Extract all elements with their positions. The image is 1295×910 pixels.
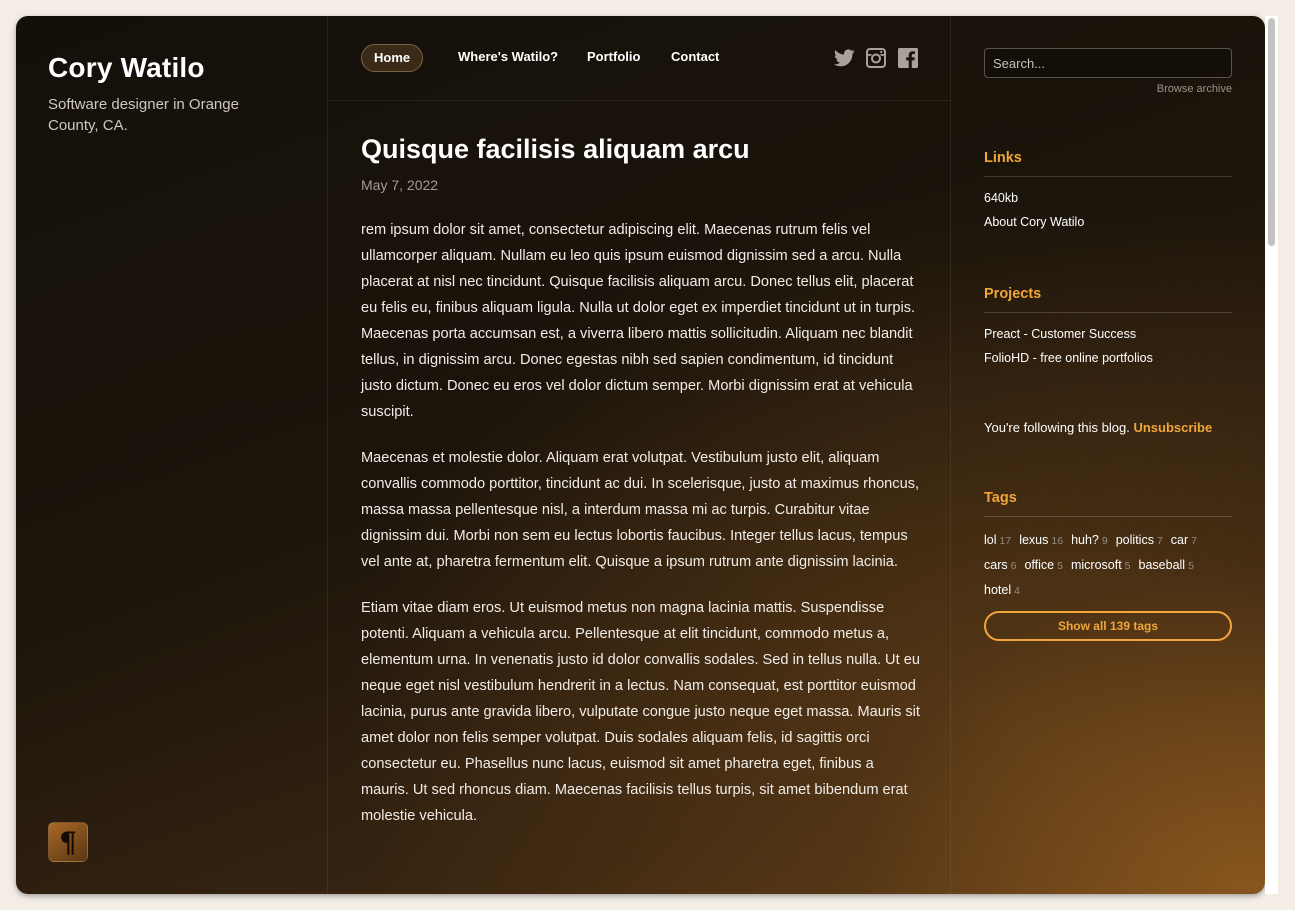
scrollbar-thumb[interactable] xyxy=(1268,18,1275,246)
instagram-icon[interactable] xyxy=(865,47,887,69)
tag-item[interactable]: office 5 xyxy=(1024,557,1063,574)
page-scrollbar[interactable] xyxy=(1265,16,1278,894)
tag-count: 4 xyxy=(1014,585,1020,597)
projects-heading: Projects xyxy=(984,286,1232,313)
tag-name: lol xyxy=(984,533,997,547)
top-navigation: Home Where's Watilo? Portfolio Contact xyxy=(328,16,951,101)
tag-item[interactable]: lexus 16 xyxy=(1019,532,1063,549)
tags-heading: Tags xyxy=(984,490,1232,517)
facebook-icon-glyph xyxy=(898,48,918,68)
post-paragraph: Etiam vitae diam eros. Ut euismod metus … xyxy=(361,600,920,824)
nav-contact[interactable]: Contact xyxy=(659,44,731,72)
post-title[interactable]: Quisque facilisis aliquam arcu xyxy=(361,134,750,165)
tag-count: 7 xyxy=(1156,535,1163,547)
links-heading: Links xyxy=(984,150,1232,177)
tag-item[interactable]: lol 17 xyxy=(984,532,1011,549)
unsubscribe-link[interactable]: Unsubscribe xyxy=(1133,420,1212,435)
pilcrow-logo-icon[interactable]: ¶ xyxy=(48,822,88,862)
instagram-icon-glyph xyxy=(866,48,886,68)
blog-window: Cory Watilo Software designer in Orange … xyxy=(16,16,1265,894)
tag-name: lexus xyxy=(1019,533,1049,547)
post-paragraph: Maecenas et molestie dolor. Aliquam erat… xyxy=(361,450,920,570)
tag-name: huh? xyxy=(1071,533,1099,547)
sidebar-link-about[interactable]: About Cory Watilo xyxy=(984,215,1084,229)
tag-item[interactable]: cars 6 xyxy=(984,557,1016,574)
tag-name: car xyxy=(1170,533,1189,547)
tag-name: politics xyxy=(1115,533,1154,547)
main-column: Home Where's Watilo? Portfolio Contact Q… xyxy=(328,16,951,894)
tag-item[interactable]: politics 7 xyxy=(1116,532,1163,549)
tag-name: hotel xyxy=(984,583,1012,597)
project-link-foliohd[interactable]: FolioHD - free online portfolios xyxy=(984,351,1153,365)
nav-portfolio[interactable]: Portfolio xyxy=(575,44,652,72)
tag-count: 5 xyxy=(1124,560,1131,572)
tag-name: office xyxy=(1024,558,1055,572)
tag-cloud: lol 17 lexus 16 huh? 9 politics 7 car 7 cars 6… xyxy=(984,532,1236,599)
tag-count: 16 xyxy=(1051,535,1064,547)
tag-count: 9 xyxy=(1101,535,1108,547)
follow-status: You're following this blog. Unsubscribe xyxy=(984,420,1212,435)
sidebar-link-640kb[interactable]: 640kb xyxy=(984,191,1018,205)
site-tagline: Software designer in Orange County, CA. xyxy=(48,96,239,134)
show-all-tags-button[interactable]: Show all 139 tags xyxy=(984,611,1232,641)
site-title[interactable]: Cory Watilo xyxy=(48,52,205,84)
tag-count: 7 xyxy=(1191,535,1198,547)
tag-name: microsoft xyxy=(1070,558,1122,572)
tag-count: 17 xyxy=(999,535,1012,547)
tag-item[interactable]: microsoft 5 xyxy=(1071,557,1131,574)
post-body: rem ipsum dolor sit amet, consectetur ad… xyxy=(361,217,923,849)
tag-count: 6 xyxy=(1010,560,1017,572)
tag-item[interactable]: car 7 xyxy=(1171,532,1197,549)
tag-item[interactable]: hotel 4 xyxy=(984,582,1020,599)
twitter-icon-glyph xyxy=(833,49,855,67)
nav-wheres-watilo[interactable]: Where's Watilo? xyxy=(446,44,570,72)
browse-archive-link[interactable]: Browse archive xyxy=(1157,83,1232,95)
project-link-preact[interactable]: Preact - Customer Success xyxy=(984,327,1136,341)
tag-count: 5 xyxy=(1188,560,1194,572)
nav-home[interactable]: Home xyxy=(361,44,424,72)
post-paragraph: rem ipsum dolor sit amet, consectetur ad… xyxy=(361,222,916,420)
facebook-icon[interactable] xyxy=(897,47,919,69)
follow-status-text: You're following this blog. xyxy=(984,420,1130,435)
twitter-icon[interactable] xyxy=(833,47,855,69)
tag-name: cars xyxy=(984,558,1008,572)
search-input[interactable] xyxy=(984,48,1232,78)
post-date: May 7, 2022 xyxy=(361,177,439,193)
left-column: Cory Watilo Software designer in Orange … xyxy=(16,16,328,894)
tag-count: 5 xyxy=(1057,560,1063,572)
tag-name: baseball xyxy=(1138,558,1186,572)
tag-item[interactable]: huh? 9 xyxy=(1071,532,1108,549)
right-sidebar: Browse archive Links 640kb About Cory Wa… xyxy=(951,16,1265,894)
tag-item[interactable]: baseball 5 xyxy=(1139,557,1194,574)
